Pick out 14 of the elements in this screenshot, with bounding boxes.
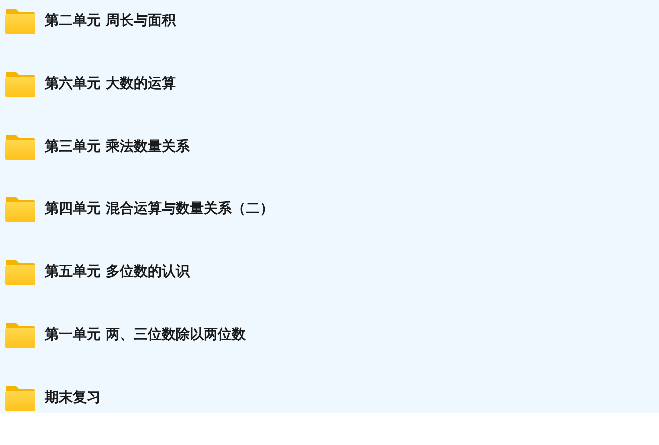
folder-icon[interactable] [5,196,36,224]
folder-name[interactable]: 第二单元 周长与面积 [45,13,176,30]
folder-icon[interactable] [5,259,36,286]
folder-name[interactable]: 期末复习 [45,390,101,407]
folder-icon[interactable] [5,322,36,350]
folder-icon[interactable] [5,70,36,98]
folder-name[interactable]: 第一单元 两、三位数除以两位数 [45,327,246,344]
folder-name[interactable]: 第四单元 混合运算与数量关系（二） [45,201,274,218]
folder-name[interactable]: 第三单元 乘法数量关系 [45,138,190,156]
folder-name[interactable]: 第五单元 多位数的认识 [45,264,190,282]
folder-icon[interactable] [5,384,36,412]
folder-name[interactable]: 第六单元 大数的运算 [45,76,176,93]
folder-icon[interactable] [5,134,36,161]
folder-icon[interactable] [5,8,36,36]
